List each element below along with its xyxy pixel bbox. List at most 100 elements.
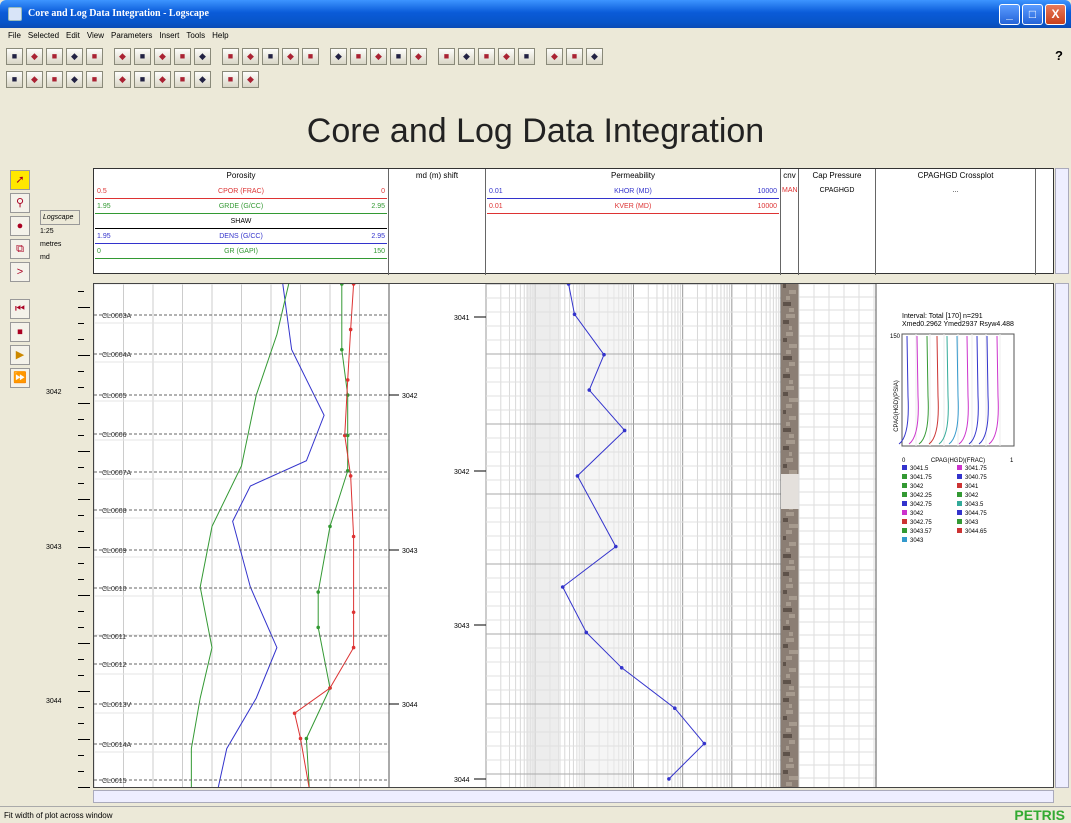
redo-icon[interactable]: ◆ xyxy=(458,47,475,65)
menu-insert[interactable]: Insert xyxy=(159,31,179,40)
curve-name: DENS (G/CC) xyxy=(219,233,263,240)
t3-icon[interactable]: ◆ xyxy=(154,47,171,65)
track2-icon[interactable]: ■ xyxy=(46,70,63,88)
curve-row[interactable]: 0.5 CPOR (FRAC) 0 xyxy=(95,185,387,199)
khor-curve-point xyxy=(602,352,606,357)
zoom-out-icon[interactable]: ■ xyxy=(134,70,151,88)
khor-curve-point xyxy=(560,585,565,589)
mini-header[interactable]: cnv MAN xyxy=(781,169,799,275)
curve-row[interactable]: 0.01 KHOR (MD) 10000 xyxy=(487,185,779,199)
last-icon[interactable]: ◆ xyxy=(242,70,259,88)
t5-icon[interactable]: ◆ xyxy=(194,47,211,65)
pointer-tool-icon[interactable]: ➚ xyxy=(10,170,30,190)
cap-pressure-header[interactable]: Cap Pressure CPAGHGD xyxy=(799,169,876,275)
t1-icon[interactable]: ◆ xyxy=(114,47,131,65)
minimize-button[interactable]: _ xyxy=(999,4,1020,25)
fast-forward-icon[interactable]: ⏩ xyxy=(10,368,30,388)
curve-row[interactable]: 1.95 DENS (G/CC) 2.95 xyxy=(95,230,387,244)
print-icon[interactable]: ■ xyxy=(566,47,583,65)
menu-tools[interactable]: Tools xyxy=(186,31,205,40)
curve-row[interactable]: 0 GR (GAPI) 150 xyxy=(95,245,387,259)
top-icon[interactable]: ◆ xyxy=(66,70,83,88)
close-button[interactable]: X xyxy=(1045,4,1066,25)
menu-parameters[interactable]: Parameters xyxy=(111,31,152,40)
paste-icon[interactable]: ■ xyxy=(518,47,535,65)
shift-depth-label: 3043 xyxy=(402,548,418,555)
t2-icon[interactable]: ■ xyxy=(134,47,151,65)
preview-icon[interactable]: ◆ xyxy=(586,47,603,65)
t9-icon[interactable]: ◆ xyxy=(282,47,299,65)
core-texture xyxy=(783,536,786,540)
menu-selected[interactable]: Selected xyxy=(28,31,59,40)
curve-row[interactable]: 1.95 GRDE (G/CC) 2.95 xyxy=(95,200,387,214)
stop-icon[interactable]: ⏹ xyxy=(10,322,30,342)
maximize-button[interactable]: □ xyxy=(1022,4,1043,25)
t7-icon[interactable]: ◆ xyxy=(242,47,259,65)
t6-icon[interactable]: ■ xyxy=(222,47,239,65)
zoom-x-icon[interactable]: ◆ xyxy=(154,70,171,88)
core-texture xyxy=(789,380,793,384)
t15-icon[interactable]: ◆ xyxy=(410,47,427,65)
cpor-curve-point xyxy=(292,711,297,716)
sample-label: CL0011 xyxy=(102,634,126,641)
help-button[interactable]: ? xyxy=(1055,48,1063,63)
plot-vertical-scrollbar[interactable] xyxy=(1055,283,1069,788)
permeability-header[interactable]: Permeability 0.01 KHOR (MD) 10000 0.01 KVER … xyxy=(486,169,781,275)
core-texture xyxy=(786,746,789,750)
saveall-icon[interactable]: ■ xyxy=(86,47,103,65)
first-icon[interactable]: ■ xyxy=(222,70,239,88)
core-texture xyxy=(786,368,789,372)
menu-view[interactable]: View xyxy=(87,31,104,40)
close-icon[interactable]: ■ xyxy=(46,47,63,65)
shift-header[interactable]: md (m) shift xyxy=(389,169,486,275)
menu-file[interactable]: File xyxy=(8,31,21,40)
save-icon[interactable]: ◆ xyxy=(66,47,83,65)
header-scrollbar[interactable] xyxy=(1055,168,1069,274)
curve-row[interactable]: SHAW xyxy=(95,215,387,229)
t12-icon[interactable]: ■ xyxy=(350,47,367,65)
undo-icon[interactable]: ■ xyxy=(438,47,455,65)
plot-horizontal-scrollbar[interactable] xyxy=(93,790,1054,803)
new-icon[interactable]: ■ xyxy=(6,47,23,65)
legend-label: 3043 xyxy=(910,538,924,544)
cut-icon[interactable]: ■ xyxy=(478,47,495,65)
zoom-y-icon[interactable]: ■ xyxy=(174,70,191,88)
app-icon xyxy=(8,7,22,21)
zoom-reset-icon[interactable]: ◆ xyxy=(194,70,211,88)
crossplot-title: CPAGHGD Crossplot xyxy=(917,171,994,180)
core-texture xyxy=(783,644,788,648)
t10-icon[interactable]: ■ xyxy=(302,47,319,65)
track-icon[interactable]: ◆ xyxy=(26,70,43,88)
copy-icon[interactable]: ◆ xyxy=(498,47,515,65)
legend-label: 3041.75 xyxy=(965,466,987,472)
core-texture xyxy=(789,650,798,654)
core-texture xyxy=(783,518,788,522)
line-tool-icon[interactable]: > xyxy=(10,262,30,282)
curve-row[interactable]: 0.01 KVER (MD) 10000 xyxy=(487,200,779,214)
t8-icon[interactable]: ■ xyxy=(262,47,279,65)
log-plot-area[interactable]: CL0003A CL0004A CL0005 CL0006 CL0007A CL0008 C… xyxy=(93,283,1054,788)
t4-icon[interactable]: ■ xyxy=(174,47,191,65)
menu-help[interactable]: Help xyxy=(212,31,228,40)
menu-edit[interactable]: Edit xyxy=(66,31,80,40)
copy-tool-icon[interactable]: ⧉ xyxy=(10,239,30,259)
play-icon[interactable]: ▶ xyxy=(10,345,30,365)
t13-icon[interactable]: ◆ xyxy=(370,47,387,65)
legend-swatch xyxy=(957,483,962,488)
core-texture xyxy=(786,656,792,660)
core-texture xyxy=(789,758,793,762)
zoom-in-icon[interactable]: ◆ xyxy=(114,70,131,88)
magnifier-tool-icon[interactable]: ⚲ xyxy=(10,193,30,213)
first-record-icon[interactable]: ⏮ xyxy=(10,299,30,319)
porosity-header[interactable]: Porosity 0.5 CPOR (FRAC) 0 1.95 GRDE (G/CC) 2… xyxy=(94,169,389,275)
main-toolbar: ■ ◆ ■ ◆ ■ ◆ ■ ◆ ■ ◆ ■ ◆ ■ ◆ ■ ◆ ■ ◆ ■ ◆ ■ ◆ ■ ◆ ■ ◆ ■ ◆ xyxy=(0,45,1071,67)
zoom-box-icon[interactable]: ■ xyxy=(6,70,23,88)
delete-icon[interactable]: ◆ xyxy=(546,47,563,65)
eraser-tool-icon[interactable]: ● xyxy=(10,216,30,236)
bottom-icon[interactable]: ■ xyxy=(86,70,103,88)
crossplot-header[interactable]: CPAGHGD Crossplot ... xyxy=(876,169,1036,275)
open-icon[interactable]: ◆ xyxy=(26,47,43,65)
t11-icon[interactable]: ◆ xyxy=(330,47,347,65)
legend-label: 3042.75 xyxy=(910,502,932,508)
t14-icon[interactable]: ■ xyxy=(390,47,407,65)
